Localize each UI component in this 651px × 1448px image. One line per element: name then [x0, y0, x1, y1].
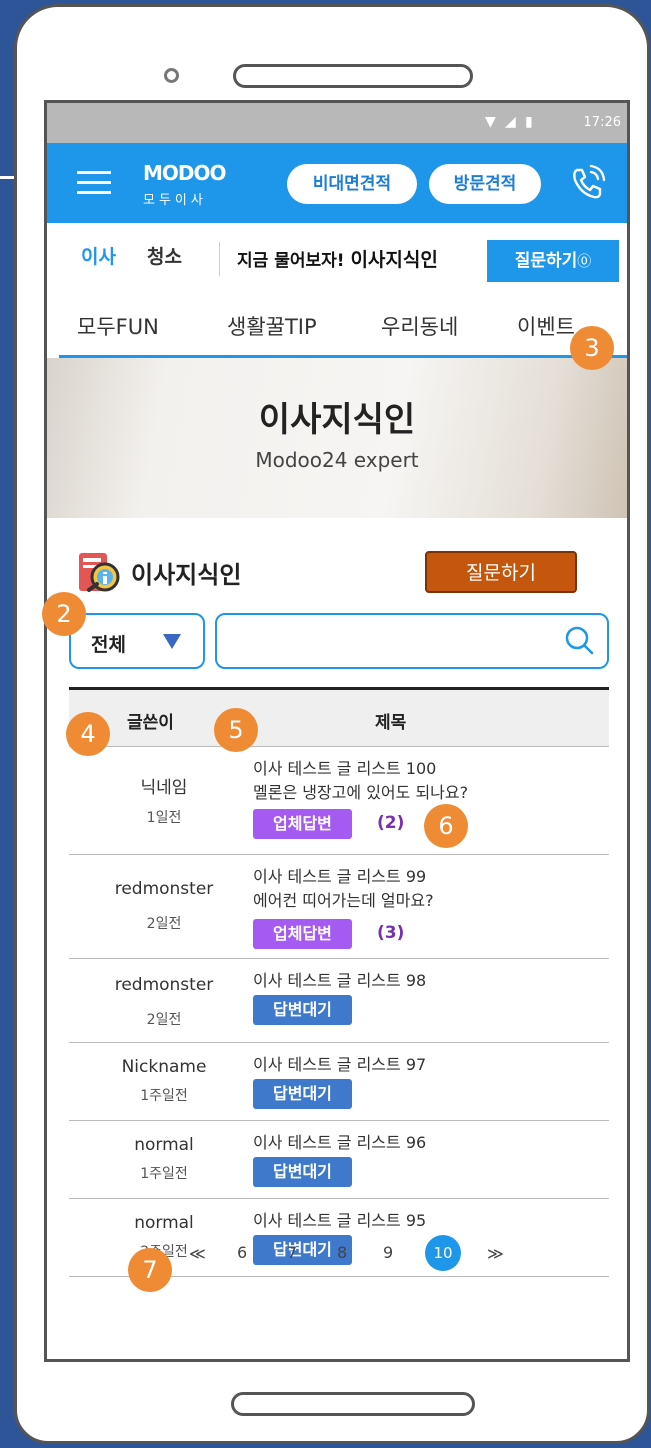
row-question[interactable]: 에어컨 띠어가는데 얼마요? — [253, 887, 434, 911]
phone-call-icon[interactable] — [567, 163, 607, 203]
dropdown-arrow-icon — [163, 634, 181, 649]
phone-screen: ▼ ◢ ▮ 17:26 MODOO 모두이사 비대면견적 방문견적 이사 청소 … — [44, 100, 630, 1362]
section-title: 이사지식인 — [131, 561, 242, 589]
row-author: normal — [134, 1135, 194, 1155]
column-author: 글쓴이 — [127, 713, 174, 733]
remote-estimate-button[interactable]: 비대면견적 — [287, 164, 417, 204]
status-bar: ▼ ◢ ▮ 17:26 — [47, 103, 627, 143]
table-row[interactable]: normal 1주일전 이사 테스트 글 리스트 96 답변대기 — [69, 1121, 609, 1199]
status-badge: 답변대기 — [253, 1157, 352, 1187]
logo-text[interactable]: MODOO — [143, 161, 227, 185]
page-10-current[interactable]: 10 — [425, 1235, 461, 1271]
prev-page-button[interactable]: ≪ — [189, 1244, 206, 1263]
row-author: Nickname — [121, 1057, 207, 1077]
status-badge: 답변대기 — [253, 1079, 352, 1109]
row-title[interactable]: 이사 테스트 글 리스트 96 — [253, 1129, 426, 1153]
row-title[interactable]: 이사 테스트 글 리스트 100 — [253, 755, 436, 779]
annotation-marker-2: 2 — [42, 592, 86, 636]
visit-estimate-button[interactable]: 방문견적 — [429, 164, 541, 204]
table-row[interactable]: Nickname 1주일전 이사 테스트 글 리스트 97 답변대기 — [69, 1043, 609, 1121]
page-8[interactable]: 8 — [337, 1243, 347, 1262]
row-author: redmonster — [114, 879, 214, 899]
camera-icon — [164, 68, 179, 83]
signal-icon: ◢ — [505, 114, 516, 130]
row-date: 1일전 — [146, 810, 182, 826]
annotation-marker-7: 7 — [128, 1248, 172, 1292]
row-title[interactable]: 이사 테스트 글 리스트 98 — [253, 967, 426, 991]
wifi-icon: ▼ — [485, 114, 496, 130]
ask-prefix: 지금 물어보자! — [237, 251, 345, 271]
ask-button[interactable]: 질문하기⓪ — [487, 240, 619, 282]
table-header: 글쓴이 제목 — [69, 687, 609, 747]
row-title[interactable]: 이사 테스트 글 리스트 99 — [253, 863, 426, 887]
ask-brand: 이사지식인 — [350, 249, 438, 271]
ask-prompt: 지금 물어보자! 이사지식인 — [237, 245, 438, 272]
page-6[interactable]: 6 — [237, 1243, 247, 1262]
next-page-button[interactable]: ≫ — [487, 1244, 504, 1263]
table-row[interactable]: redmonster 2일전 이사 테스트 글 리스트 99 에어컨 띠어가는데… — [69, 855, 609, 959]
menu-item-event[interactable]: 이벤트 — [517, 311, 575, 341]
search-input[interactable] — [229, 627, 553, 657]
menu-item-neighborhood[interactable]: 우리동네 — [381, 311, 458, 341]
status-badge: 업체답변 — [253, 919, 352, 949]
tab-clean[interactable]: 청소 — [147, 242, 182, 269]
page-7[interactable]: 7 — [287, 1243, 297, 1262]
table-row[interactable]: 닉네임 1일전 이사 테스트 글 리스트 100 멜론은 냉장고에 있어도 되나… — [69, 747, 609, 855]
question-button[interactable]: 질문하기 — [425, 551, 577, 593]
tab-move[interactable]: 이사 — [81, 242, 116, 269]
category-select[interactable]: 전체 — [69, 613, 205, 669]
row-date: 2일전 — [146, 1012, 182, 1028]
column-title: 제목 — [375, 713, 407, 733]
annotation-marker-4: 4 — [66, 712, 110, 756]
home-button[interactable] — [231, 1392, 475, 1416]
speaker-slot — [233, 64, 473, 88]
search-box[interactable] — [215, 613, 609, 669]
banner-subtitle: Modoo24 expert — [255, 448, 419, 472]
knowledge-book-icon — [79, 553, 120, 592]
answer-count: (2) — [377, 813, 405, 833]
row-author: normal — [134, 1213, 194, 1233]
app-header: MODOO 모두이사 비대면견적 방문견적 — [47, 143, 627, 223]
row-question[interactable]: 멜론은 냉장고에 있어도 되나요? — [253, 779, 468, 803]
menu-item-fun[interactable]: 모두FUN — [77, 311, 159, 341]
divider — [219, 242, 220, 276]
row-date: 2일전 — [146, 916, 182, 932]
battery-icon: ▮ — [525, 114, 533, 130]
annotation-marker-3: 3 — [570, 326, 614, 370]
annotation-marker-6: 6 — [424, 804, 468, 848]
row-title[interactable]: 이사 테스트 글 리스트 95 — [253, 1207, 426, 1231]
row-author: redmonster — [114, 975, 214, 995]
row-date: 1주일전 — [140, 1166, 188, 1182]
select-value: 전체 — [91, 634, 126, 656]
annotation-marker-5: 5 — [214, 708, 258, 752]
answer-count: (3) — [377, 923, 405, 943]
logo-subtext: 모두이사 — [143, 193, 207, 208]
search-icon[interactable] — [563, 625, 595, 657]
row-title[interactable]: 이사 테스트 글 리스트 97 — [253, 1051, 426, 1075]
status-badge: 답변대기 — [253, 995, 352, 1025]
table-row[interactable]: redmonster 2일전 이사 테스트 글 리스트 98 답변대기 — [69, 959, 609, 1043]
status-time: 17:26 — [583, 115, 621, 130]
menu-icon[interactable] — [77, 171, 111, 195]
page-9[interactable]: 9 — [383, 1243, 393, 1262]
banner-title: 이사지식인 — [258, 400, 416, 440]
row-author: 닉네임 — [140, 778, 188, 798]
row-date: 1주일전 — [140, 1088, 188, 1104]
help-circle-icon: ⓪ — [577, 254, 592, 270]
status-badge: 업체답변 — [253, 809, 352, 839]
menu-item-tip[interactable]: 생활꿀TIP — [227, 311, 317, 341]
hero-banner: 이사지식인 Modoo24 expert — [47, 358, 627, 518]
ask-button-label: 질문하기 — [514, 251, 578, 271]
